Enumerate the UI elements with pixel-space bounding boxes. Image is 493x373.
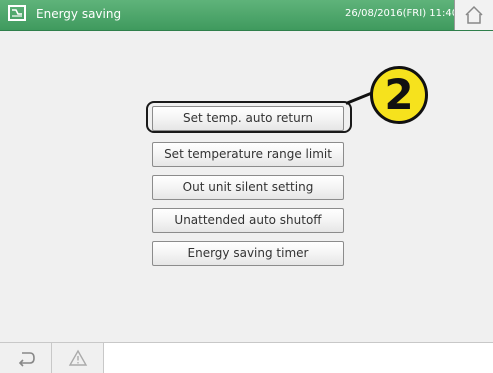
button-label: Unattended auto shutoff	[174, 213, 322, 227]
back-arrow-icon	[18, 352, 35, 367]
warning-icon	[68, 349, 88, 366]
home-icon	[465, 5, 483, 24]
app-window: Energy saving 26/08/2016(FRI) 11:40 Set …	[0, 0, 493, 373]
warning-button[interactable]	[52, 343, 104, 373]
selection-highlight	[146, 101, 352, 133]
out-unit-silent-setting-button[interactable]: Out unit silent setting	[152, 175, 344, 200]
back-button[interactable]	[0, 343, 52, 373]
home-button[interactable]	[454, 0, 493, 30]
title-bar: Energy saving 26/08/2016(FRI) 11:40	[0, 0, 493, 31]
button-label: Set temperature range limit	[164, 147, 332, 161]
energy-saving-timer-button[interactable]: Energy saving timer	[152, 241, 344, 266]
page-title: Energy saving	[36, 7, 122, 21]
screen-icon	[8, 5, 26, 21]
footer-bar	[0, 342, 493, 373]
step-number-badge: 2	[370, 66, 428, 124]
set-temperature-range-limit-button[interactable]: Set temperature range limit	[152, 142, 344, 167]
date-time: 26/08/2016(FRI) 11:40	[345, 8, 459, 19]
button-label: Out unit silent setting	[182, 180, 314, 194]
unattended-auto-shutoff-button[interactable]: Unattended auto shutoff	[152, 208, 344, 233]
button-label: Energy saving timer	[187, 246, 309, 260]
